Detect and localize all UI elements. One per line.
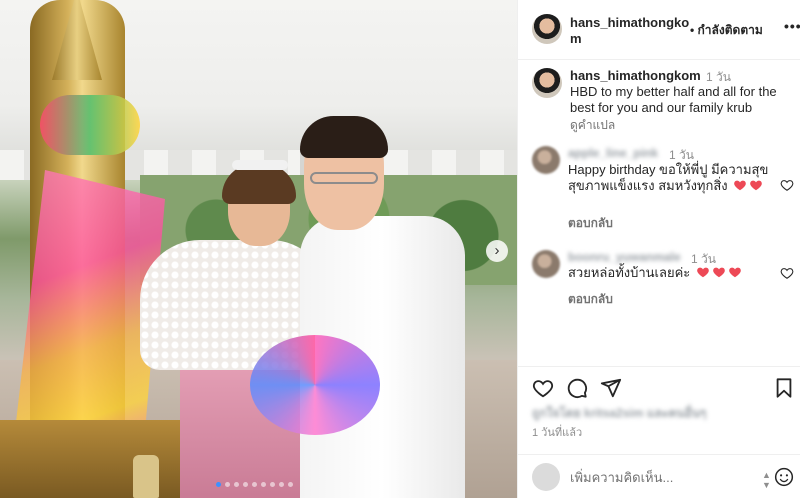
carousel-next-button[interactable]: › [486, 240, 508, 262]
fabric-bundle [250, 335, 380, 435]
carousel-dot [261, 482, 266, 487]
comment-bubble-icon[interactable] [566, 377, 588, 399]
man-figure [300, 116, 470, 498]
red-heart-emoji [734, 180, 747, 191]
carousel-dot [216, 482, 221, 487]
post-timestamp[interactable]: 1 วันที่แล้ว [532, 423, 582, 441]
add-comment-bar: ▲▼ [518, 454, 800, 498]
carousel-dot [279, 482, 284, 487]
glasses [310, 172, 378, 184]
following-button[interactable]: • กำลังติดตาม [690, 21, 763, 40]
comment-text: Happy birthday ขอให้พี่ปู มีความสุข สุขภ… [568, 162, 773, 194]
man-hair [300, 116, 388, 158]
reply-button[interactable]: ตอบกลับ [568, 290, 613, 309]
red-heart-emoji [713, 267, 725, 278]
post-header: hans_himathongkom • กำลังติดตาม ••• [518, 0, 800, 60]
emoji-icon[interactable] [774, 467, 794, 487]
heart-emojis [694, 265, 742, 280]
action-bar [518, 366, 800, 402]
commenter-avatar[interactable] [532, 250, 560, 278]
ribbon-cloth [40, 95, 140, 155]
post-side-panel: hans_himathongkom • กำลังติดตาม ••• hans… [517, 0, 800, 498]
carousel-dot [270, 482, 275, 487]
post-photo[interactable]: › [0, 0, 517, 498]
send-icon[interactable] [600, 377, 622, 399]
red-heart-emoji [697, 267, 709, 278]
heart-icon[interactable] [780, 266, 794, 280]
red-heart-emoji [729, 267, 741, 278]
reply-button[interactable]: ตอบกลับ [568, 214, 613, 233]
bottle [133, 455, 159, 498]
commenter-username[interactable]: boonru_yuwanmale [568, 250, 681, 264]
see-translation-link[interactable]: ดูคำแปล [570, 116, 615, 135]
post-username[interactable]: hans_himathongkom [570, 15, 690, 47]
woman-hair [222, 164, 296, 204]
comment-input[interactable] [570, 467, 760, 487]
avatar[interactable] [532, 14, 562, 44]
carousel-dot [252, 482, 257, 487]
carousel-dot [288, 482, 293, 487]
carousel-dots [216, 482, 293, 487]
heart-icon[interactable] [532, 377, 554, 399]
caption-avatar[interactable] [532, 68, 562, 98]
bookmark-icon[interactable] [773, 377, 795, 399]
comment-text: สวยหล่อทั้งบ้านเลยค่ะ [568, 265, 773, 281]
caption-username[interactable]: hans_himathongkom [570, 68, 701, 83]
heart-icon[interactable] [780, 178, 794, 192]
red-heart-emoji [750, 180, 763, 191]
heart-emojis [731, 178, 763, 193]
caption-text: HBD to my better half and all for the be… [570, 84, 777, 115]
current-user-avatar [532, 463, 560, 491]
commenter-avatar[interactable] [532, 146, 560, 174]
carousel-dot [234, 482, 239, 487]
sort-icon[interactable]: ▲ ▼ [762, 470, 771, 490]
carousel-dot [225, 482, 230, 487]
tiara [232, 160, 288, 170]
likes-summary[interactable]: ถูกใจโดย kritsa2sim และคนอื่นๆ [532, 404, 706, 423]
commenter-username[interactable]: apple_line_pink [568, 146, 658, 160]
carousel-dot [243, 482, 248, 487]
comment-text-body: สวยหล่อทั้งบ้านเลยค่ะ [568, 265, 691, 280]
more-options-icon[interactable]: ••• [784, 18, 800, 34]
